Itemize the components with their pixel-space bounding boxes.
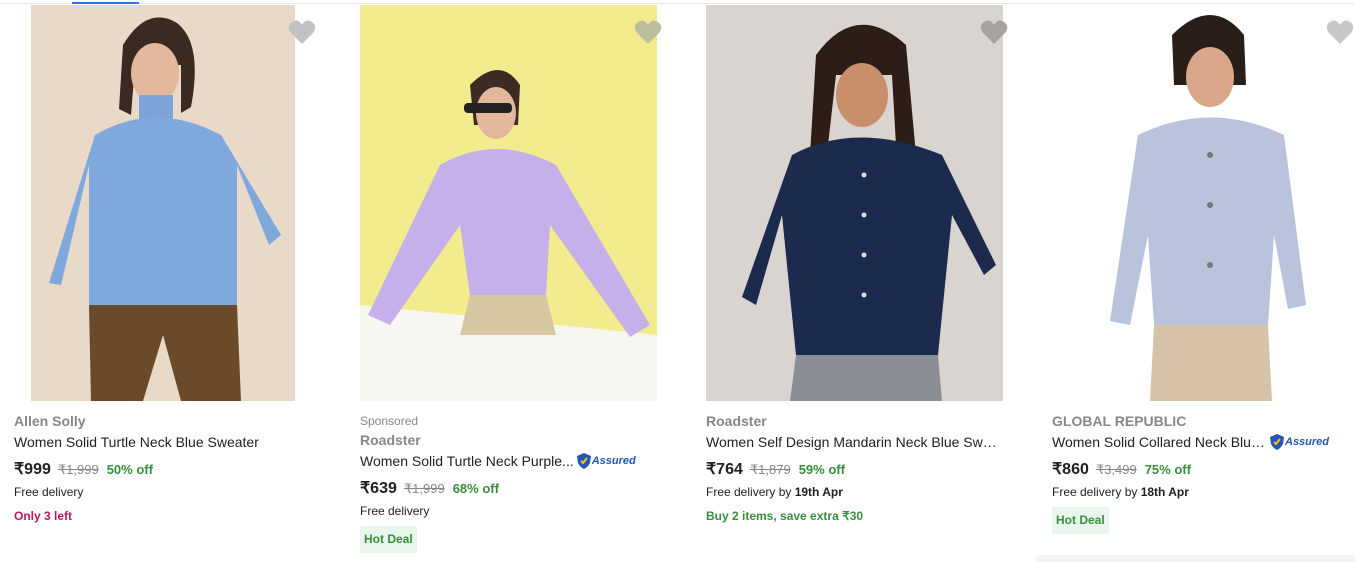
product-price: ₹860 [1052,461,1089,478]
product-discount: 68% off [452,481,499,496]
assured-badge: Assured [1270,434,1329,450]
product-info: Roadster Women Self Design Mandarin Neck… [706,411,1036,525]
delivery-text: Free delivery [14,485,84,499]
title-row: Women Self Design Mandarin Neck Blue Swe… [706,432,1036,452]
product-title[interactable]: Women Solid Turtle Neck Blue Sweater [14,434,259,450]
delivery-text: Free delivery by [706,485,795,499]
product-brand: Roadster [706,413,767,429]
product-image[interactable] [31,5,295,401]
price-row: ₹639 ₹1,999 68% off [360,478,690,498]
stock-urgency: Only 3 left [14,509,73,523]
delivery-info: Free delivery by 19th Apr [706,483,1036,501]
delivery-date: 18th Apr [1140,485,1189,499]
sponsored-label: Sponsored [360,414,419,428]
delivery-text: Free delivery by [1052,485,1141,499]
product-brand: Roadster [360,432,421,448]
product-mrp: ₹3,499 [1095,462,1137,477]
product-mrp: ₹1,999 [403,481,445,496]
title-row: Women Solid Turtle Neck Blue Sweater [14,432,344,452]
product-price: ₹999 [14,461,51,478]
delivery-info: Free delivery [360,502,690,520]
assured-badge: Assured [576,453,636,469]
product-price: ₹764 [706,461,743,478]
product-brand: GLOBAL REPUBLIC [1052,413,1187,429]
wishlist-heart-icon[interactable] [288,19,316,45]
product-title[interactable]: Women Solid Turtle Neck Purple... [360,453,574,469]
price-row: ₹999 ₹1,999 50% off [14,459,344,479]
delivery-info: Free delivery by 18th Apr [1052,483,1355,501]
bottom-shadow [1036,555,1355,562]
title-row: Women Solid Collared Neck Blue... Assure… [1052,432,1355,452]
product-discount: 75% off [1144,462,1191,477]
delivery-text: Free delivery [360,504,430,518]
product-title[interactable]: Women Self Design Mandarin Neck Blue Swe… [706,434,1002,450]
product-card[interactable]: GLOBAL REPUBLIC Women Solid Collared Nec… [1052,5,1355,562]
assured-label: Assured [1285,436,1330,448]
product-price: ₹639 [360,480,397,497]
bundle-offer: Buy 2 items, save extra ₹30 [706,509,864,523]
product-grid: Allen Solly Women Solid Turtle Neck Blue… [0,0,1355,562]
wishlist-heart-icon[interactable] [634,19,662,45]
product-card[interactable]: Roadster Women Self Design Mandarin Neck… [706,5,1036,562]
product-info: Sponsored Roadster Women Solid Turtle Ne… [360,411,690,553]
product-info: Allen Solly Women Solid Turtle Neck Blue… [14,411,344,525]
product-image[interactable] [706,5,1003,401]
shield-icon [576,453,591,469]
product-title[interactable]: Women Solid Collared Neck Blue... [1052,434,1267,450]
product-discount: 59% off [798,462,845,477]
hot-deal-badge: Hot Deal [1052,507,1109,534]
product-image[interactable] [1074,5,1349,401]
product-card[interactable]: Sponsored Roadster Women Solid Turtle Ne… [360,5,690,562]
delivery-date: 19th Apr [794,485,843,499]
shield-icon [1270,434,1284,450]
price-row: ₹860 ₹3,499 75% off [1052,459,1355,479]
price-row: ₹764 ₹1,879 59% off [706,459,1036,479]
wishlist-heart-icon[interactable] [1326,19,1354,45]
product-image[interactable] [360,5,657,401]
product-mrp: ₹1,999 [57,462,99,477]
product-discount: 50% off [106,462,153,477]
title-row: Women Solid Turtle Neck Purple... Assure… [360,451,690,471]
assured-label: Assured [591,455,636,467]
product-brand: Allen Solly [14,413,86,429]
delivery-info: Free delivery [14,483,344,501]
product-info: GLOBAL REPUBLIC Women Solid Collared Nec… [1052,411,1355,534]
wishlist-heart-icon[interactable] [980,19,1008,45]
hot-deal-badge: Hot Deal [360,526,417,553]
product-card[interactable]: Allen Solly Women Solid Turtle Neck Blue… [14,5,344,562]
product-mrp: ₹1,879 [749,462,791,477]
